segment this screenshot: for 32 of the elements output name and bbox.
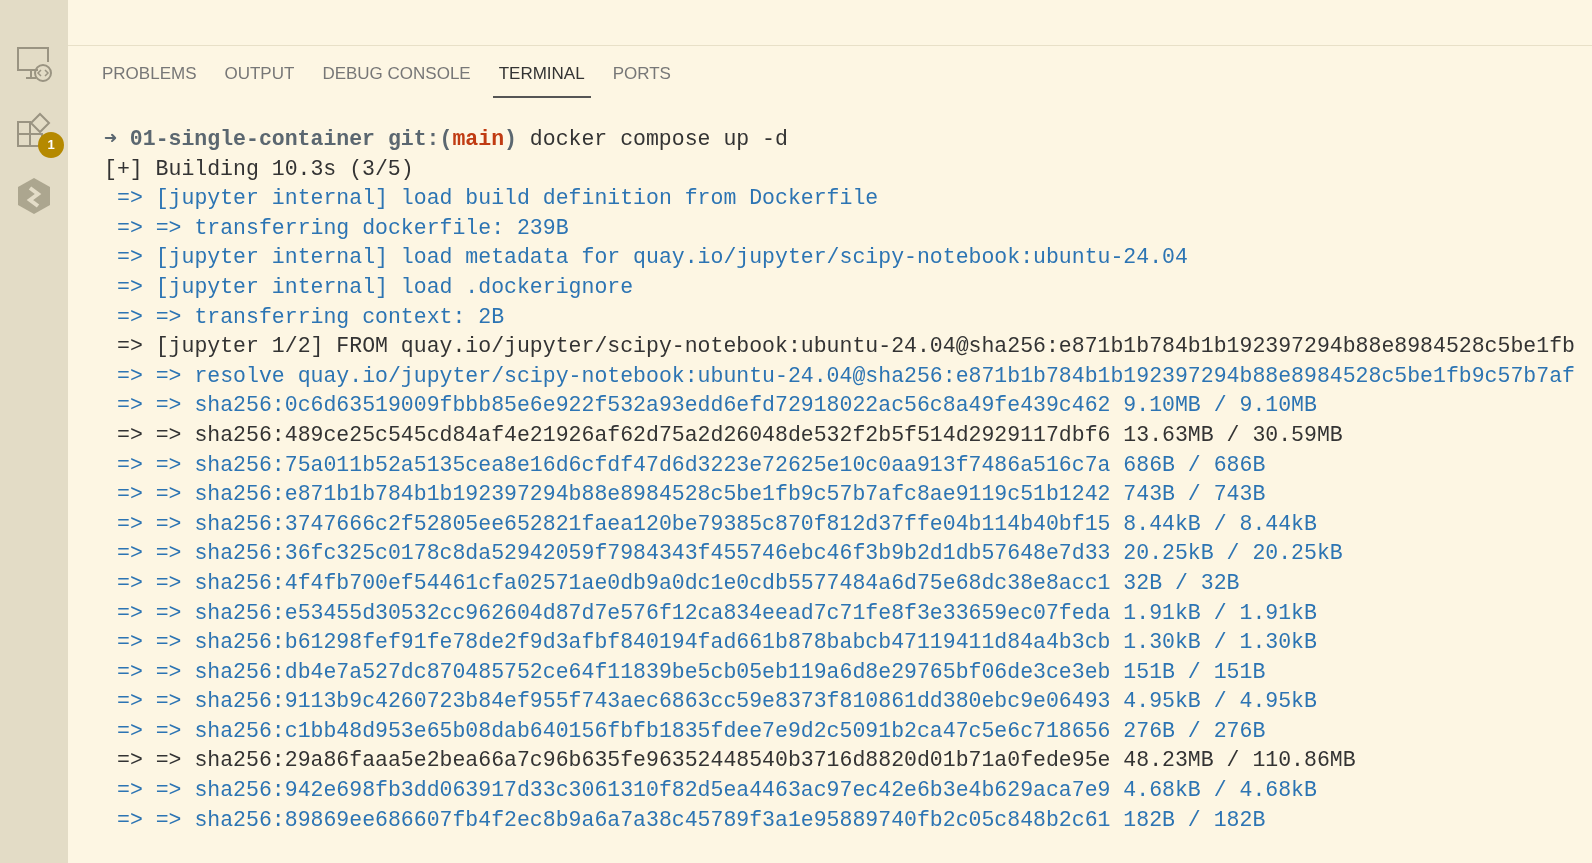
terminal-line: => [jupyter 1/2] FROM quay.io/jupyter/scipy-notebook:ubuntu-24.04@sha256:e871b1b784b1b192397294b88e8984528c5be1fb	[116, 333, 1576, 361]
terminal-line: => => sha256:3747666c2f52805ee652821faea120be79385c870f812d37ffe04b114b40bf15 8.44kB / 8.44kB	[116, 510, 1318, 538]
terminal-line: => => sha256:e53455d30532cc962604d87d7e576f12ca834eead7c71fe8f3e33659ec07feda 1.91kB / 1.91kB	[116, 599, 1318, 627]
terminal-line: => => sha256:b61298fef91fe78de2f9d3afbf840194fad661b878babcb47119411d84a4b3cb 1.30kB / 1.30kB	[116, 629, 1318, 657]
notification-badge: 1	[38, 132, 64, 158]
terminal-line: => => transferring context: 2B	[116, 303, 506, 331]
terminal-line: => => resolve quay.io/jupyter/scipy-notebook:ubuntu-24.04@sha256:e871b1b784b1b192397294b88e8984528c5be1fb9c57b7af	[116, 362, 1576, 390]
panel-tab[interactable]: OUTPUT	[218, 58, 301, 98]
terminal-line: => => sha256:75a011b52a5135cea8e16d6cfdf47d6d3223e72625e10c0aa913f7486a516c7a 686B / 686B	[116, 451, 1267, 479]
terminal-line: => => sha256:e871b1b784b1b192397294b88e8984528c5be1fb9c57b7afc8ae9119c51b1242 743B / 743B	[116, 481, 1267, 509]
terminal-line: => => transferring dockerfile: 239B	[116, 214, 570, 242]
terminal-line: => [jupyter internal] load metadata for quay.io/jupyter/scipy-notebook:ubuntu-24.04	[116, 244, 1189, 272]
panel-tab[interactable]: PORTS	[606, 58, 677, 98]
panel-tab[interactable]: TERMINAL	[492, 58, 591, 98]
terminal-line: => => sha256:942e698fb3dd063917d33c3061310f82d5ea4463ac97ec42e6b3e4b629aca7e9 4.68kB / 4.68kB	[116, 777, 1318, 805]
terminal-line: => [jupyter internal] load .dockerignore	[116, 273, 635, 301]
hexagon-logo-icon[interactable]	[16, 176, 52, 216]
terminal-line: => [jupyter internal] load build definition from Dockerfile	[116, 185, 880, 213]
terminal-line: => => sha256:29a86faaa5e2bea66a7c96b635fe96352448540b3716d8820d01b71a0fede95e 48.23MB / 110.86MB	[116, 747, 1357, 775]
panel-tab[interactable]: DEBUG CONSOLE	[316, 58, 477, 98]
terminal-line: => => sha256:db4e7a527dc870485752ce64f11839be5cb05eb119a6d8e29765bf06de3ce3eb 151B / 151B	[116, 658, 1267, 686]
terminal-line: => => sha256:489ce25c545cd84af4e21926af62d75a2d26048de532f2b5f514d2929117dbf6 13.63MB / 30.59MB	[116, 421, 1344, 449]
terminal-line: [+] Building 10.3s (3/5)	[104, 155, 415, 183]
panel-tab[interactable]: PROBLEMS	[96, 58, 203, 98]
prompt-line: ➜ 01-single-container git:(main) docker compose up -d	[104, 126, 789, 153]
terminal-line: => => sha256:0c6d63519009fbbb85e6e922f532a93edd6efd72918022ac56c8a49fe439c462 9.10MB / 9.10MB	[116, 392, 1318, 420]
terminal-line: => => sha256:4f4fb700ef54461cfa02571ae0db9a0dc1e0cdb5577484a6d75e68dc38e8acc1 32B / 32B	[116, 569, 1241, 597]
terminal-line: => => sha256:36fc325c0178c8da52942059f7984343f455746ebc46f3b9b2d1db57648e7d33 20.25kB / 20.25kB	[116, 540, 1344, 568]
terminal-line: => => sha256:c1bb48d953e65b08dab640156fbfb1835fdee7e9d2c5091b2ca47c5e6c718656 276B / 276B	[116, 717, 1267, 745]
remote-monitor-icon[interactable]	[14, 44, 54, 84]
terminal-line: => => sha256:89869ee686607fb4f2ec8b9a6a7a38c45789f3a1e95889740fb2c05c848b2c61 182B / 182B	[116, 806, 1267, 834]
terminal-line: => => sha256:9113b9c4260723b84ef955f743aec6863cc59e8373f810861dd380ebc9e06493 4.95kB / 4.95kB	[116, 688, 1318, 716]
